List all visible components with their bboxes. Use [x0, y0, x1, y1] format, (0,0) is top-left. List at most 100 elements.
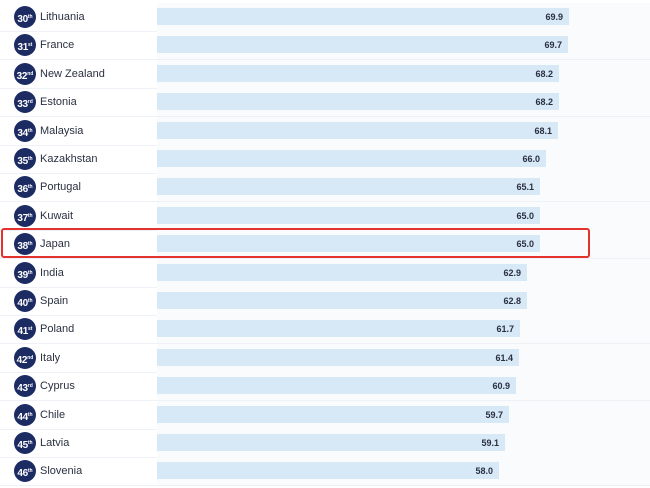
value-label: 59.7 [485, 409, 503, 420]
value-label: 69.7 [544, 40, 562, 51]
rank-suffix: nd [27, 70, 34, 77]
rank-badge: 46th [14, 460, 36, 483]
rank-badge: 35th [14, 148, 36, 170]
value-label: 69.9 [545, 12, 563, 22]
value-label: 59.1 [481, 438, 499, 448]
rank-suffix: th [27, 440, 33, 446]
rank-number: 31 [17, 42, 29, 54]
rank-number: 40 [17, 298, 28, 309]
value-bar [157, 8, 569, 25]
country-label: Kazakhstan [40, 153, 98, 165]
country-label: Portugal [40, 181, 81, 194]
rank-suffix: rd [27, 99, 33, 106]
value-bar [157, 93, 559, 111]
table-row: 39th India 62.9 [0, 258, 650, 287]
value-label: 68.1 [534, 125, 552, 136]
country-label: Poland [40, 323, 75, 336]
rank-badge: 36th [14, 176, 36, 199]
table-row: 31st France 69.7 [0, 31, 650, 60]
rank-suffix: th [27, 269, 33, 276]
table-row: 38th Japan 65.0 [0, 230, 650, 259]
rank-suffix: th [27, 468, 33, 475]
rank-number: 43 [17, 383, 28, 395]
country-label: Spain [40, 295, 69, 307]
rank-badge: 32nd [14, 62, 36, 85]
value-label: 68.2 [535, 97, 553, 108]
value-bar [157, 36, 568, 54]
rank-badge: 45th [14, 432, 36, 454]
value-bar [157, 320, 520, 338]
value-label: 62.8 [503, 296, 521, 306]
table-row: 32nd New Zealand 68.2 [0, 59, 650, 88]
value-bar [157, 292, 527, 309]
table-row: 45th Latvia 59.1 [0, 429, 650, 457]
table-row: 33rd Estonia 68.2 [0, 88, 650, 117]
country-label: Kuwait [40, 209, 74, 222]
rank-number: 45 [17, 440, 28, 451]
country-label: France [40, 39, 75, 52]
value-label: 62.9 [503, 267, 521, 278]
rank-badge: 38th [14, 233, 36, 256]
country-label: Latvia [40, 437, 70, 449]
row-separator [0, 485, 650, 486]
rank-number: 38 [17, 241, 28, 253]
table-row: 34th Malaysia 68.1 [0, 116, 650, 145]
rank-suffix: st [28, 42, 33, 49]
rank-suffix: th [27, 212, 33, 219]
rank-badge: 39th [14, 261, 36, 284]
country-label: Italy [40, 351, 61, 364]
table-row: 36th Portugal 65.1 [0, 173, 650, 202]
value-bar [157, 405, 509, 423]
table-row: 40th Spain 62.8 [0, 287, 650, 315]
table-row: 44th Chile 59.7 [0, 400, 650, 429]
table-row: 42nd Italy 61.4 [0, 343, 650, 372]
rank-suffix: rd [27, 383, 33, 390]
rank-suffix: st [28, 326, 33, 333]
rank-badge: 44th [14, 403, 36, 426]
value-bar [157, 64, 559, 82]
value-bar [157, 178, 540, 196]
value-label: 66.0 [522, 154, 540, 164]
country-label: Lithuania [40, 11, 85, 23]
rank-suffix: nd [27, 354, 34, 361]
rank-suffix: th [27, 241, 33, 248]
rank-number: 34 [17, 127, 28, 139]
table-row: 37th Kuwait 65.0 [0, 201, 650, 230]
rank-suffix: th [27, 298, 33, 304]
table-row: 35th Kazakhstan 66.0 [0, 145, 650, 173]
rank-number: 41 [17, 326, 29, 338]
rank-number: 35 [17, 156, 28, 167]
country-label: Slovenia [40, 465, 83, 478]
rank-badge: 30th [14, 6, 36, 28]
rank-badge: 43rd [14, 375, 36, 398]
rank-number: 42 [16, 354, 28, 366]
rank-suffix: th [27, 411, 33, 418]
table-row: 41st Poland 61.7 [0, 315, 650, 344]
rank-number: 46 [17, 468, 28, 480]
table-row: 46th Slovenia 58.0 [0, 457, 650, 486]
rank-badge: 37th [14, 204, 36, 227]
table-row: 43rd Cyprus 60.9 [0, 372, 650, 401]
rank-badge: 34th [14, 119, 36, 142]
value-label: 65.1 [516, 182, 534, 193]
country-label: India [40, 266, 64, 279]
rank-badge: 40th [14, 290, 36, 312]
value-bar [157, 348, 519, 366]
value-label: 61.4 [495, 352, 513, 363]
country-label: New Zealand [40, 67, 105, 80]
value-label: 61.7 [496, 324, 514, 335]
value-bar [157, 263, 527, 281]
rank-suffix: th [27, 156, 33, 162]
value-label: 68.2 [535, 68, 553, 79]
value-label: 65.0 [516, 239, 534, 250]
rank-badge: 31st [14, 34, 36, 57]
country-label: Cyprus [40, 380, 75, 393]
value-label: 65.0 [516, 210, 534, 221]
value-bar [157, 462, 499, 480]
value-bar [157, 235, 540, 253]
rank-number: 44 [17, 411, 28, 423]
value-bar [157, 206, 540, 224]
rank-number: 33 [17, 99, 28, 111]
rank-number: 37 [17, 212, 28, 224]
rank-badge: 42nd [14, 346, 36, 369]
